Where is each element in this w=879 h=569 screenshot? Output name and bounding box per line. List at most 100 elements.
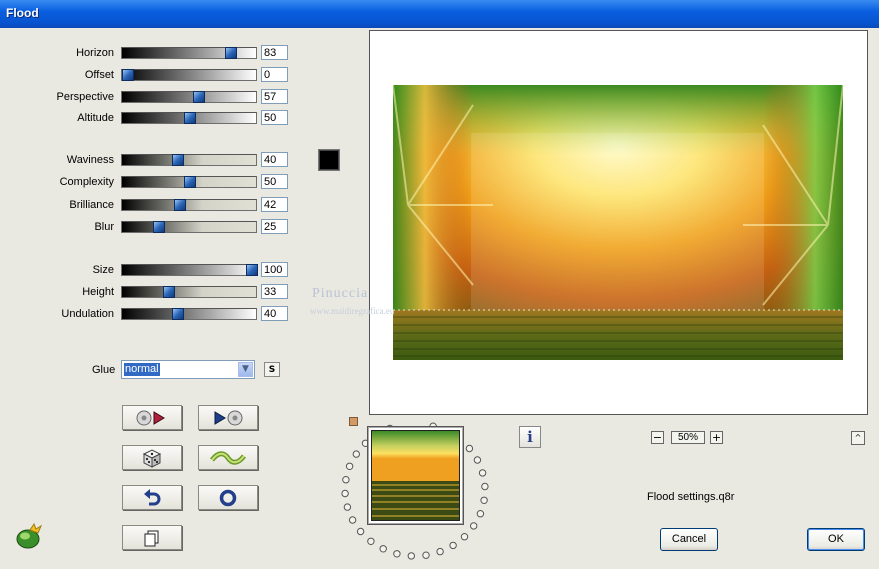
slider-row-perspective: Perspective 57: [0, 89, 300, 107]
glue-select[interactable]: normal ▼: [121, 360, 255, 379]
slider-row-complexity: Complexity 50: [0, 174, 300, 192]
slider-thumb-offset[interactable]: [122, 69, 134, 81]
slider-track-blur[interactable]: [121, 221, 257, 233]
slider-label-undulation: Undulation: [61, 308, 114, 320]
zoom-level: 50%: [671, 431, 705, 444]
slider-label-size: Size: [92, 264, 114, 276]
slider-track-size[interactable]: [121, 264, 258, 276]
navigator-dot: [348, 516, 357, 524]
collapse-up-button[interactable]: ^: [851, 431, 865, 445]
prev-preset-button[interactable]: [122, 405, 182, 430]
slider-label-complexity: Complexity: [59, 176, 114, 188]
navigator-dot: [407, 552, 416, 560]
navigator-dot: [367, 537, 375, 546]
slider-track-brilliance[interactable]: [121, 199, 257, 211]
slider-row-altitude: Altitude 50: [0, 110, 300, 128]
reset-button[interactable]: [198, 485, 258, 510]
slider-track-undulation[interactable]: [121, 308, 257, 320]
arrow-disc-icon: [214, 410, 243, 425]
slider-thumb-size[interactable]: [246, 264, 258, 276]
navigator-dot: [480, 496, 488, 505]
slider-label-waviness: Waviness: [66, 154, 114, 166]
slider-thumb-undulation[interactable]: [171, 308, 184, 320]
navigator-dot: [473, 456, 482, 464]
navigator-dot: [449, 541, 457, 550]
undo-arrow-icon: [144, 488, 161, 505]
slider-row-brilliance: Brilliance 42: [0, 197, 300, 215]
navigator-dot: [343, 503, 352, 511]
slider-track-altitude[interactable]: [121, 112, 257, 124]
navigator-dot: [379, 545, 387, 553]
cancel-button[interactable]: Cancel: [660, 528, 718, 551]
slider-value-blur[interactable]: 25: [261, 219, 288, 234]
slider-thumb-brilliance[interactable]: [174, 199, 187, 211]
watermark-url: www.maidiregrafica.eu: [310, 306, 395, 316]
navigator-dot: [436, 547, 444, 556]
slider-track-perspective[interactable]: [121, 91, 257, 103]
next-preset-button[interactable]: [198, 405, 258, 430]
navigator-dot: [341, 489, 349, 498]
slider-label-perspective: Perspective: [56, 91, 114, 103]
slider-value-brilliance[interactable]: 42: [261, 197, 288, 212]
slider-track-horizon[interactable]: [121, 47, 257, 59]
flood-preview-image: [393, 85, 843, 360]
window-title: Flood: [6, 6, 39, 20]
slider-thumb-blur[interactable]: [153, 221, 165, 233]
slider-track-height[interactable]: [121, 286, 257, 298]
slider-label-altitude: Altitude: [77, 112, 114, 124]
watermark-name: Pinuccia: [312, 286, 369, 301]
slider-track-complexity[interactable]: [121, 176, 257, 188]
navigator-dot: [478, 469, 487, 477]
ok-button[interactable]: OK: [807, 528, 865, 551]
zoom-in-button[interactable]: +: [710, 431, 723, 444]
slider-thumb-height[interactable]: [162, 286, 175, 298]
wave-button[interactable]: [198, 445, 258, 470]
slider-row-blur: Blur 25: [0, 219, 300, 237]
navigator-dot: [342, 476, 350, 484]
navigator-dot: [470, 522, 478, 530]
glue-s-button[interactable]: S: [264, 362, 280, 377]
navigator-dot: [356, 527, 365, 536]
slider-track-waviness[interactable]: [121, 154, 257, 166]
dialog-body: Horizon 83 Offset 0 Perspective 57 Altitude 50 W…: [0, 28, 879, 569]
info-button[interactable]: i: [519, 426, 541, 448]
slider-value-undulation[interactable]: 40: [261, 306, 288, 321]
chevron-down-icon[interactable]: ▼: [238, 362, 253, 377]
slider-thumb-waviness[interactable]: [171, 154, 184, 166]
preview-panel[interactable]: [369, 30, 868, 415]
slider-row-undulation: Undulation 40: [0, 306, 300, 324]
slider-value-altitude[interactable]: 50: [261, 110, 288, 125]
disc-arrow-right-icon: [136, 410, 165, 425]
color-swatch[interactable]: [318, 149, 340, 171]
slider-thumb-altitude[interactable]: [184, 112, 196, 124]
slider-value-height[interactable]: 33: [261, 284, 288, 299]
randomize-button[interactable]: [122, 445, 182, 470]
thumbnail-image: [371, 430, 460, 521]
slider-track-offset[interactable]: [121, 69, 257, 81]
slider-label-blur: Blur: [94, 221, 114, 233]
navigator-dot: [481, 482, 489, 491]
slider-thumb-complexity[interactable]: [184, 176, 196, 188]
slider-label-offset: Offset: [84, 69, 114, 81]
navigator-thumbnail[interactable]: [367, 426, 464, 525]
settings-filename: Flood settings.q8r: [647, 491, 735, 503]
copy-button[interactable]: [122, 525, 182, 550]
slider-value-size[interactable]: 100: [261, 262, 288, 277]
navigator-dot: [460, 533, 469, 541]
slider-value-waviness[interactable]: 40: [261, 152, 288, 167]
zoom-out-button[interactable]: −: [651, 431, 664, 444]
slider-row-size: Size 100: [0, 262, 300, 280]
slider-label-horizon: Horizon: [76, 47, 114, 59]
slider-row-horizon: Horizon 83: [0, 45, 300, 63]
slider-value-offset[interactable]: 0: [261, 67, 288, 82]
navigator-dot: [345, 462, 354, 470]
glue-label: Glue: [92, 364, 116, 376]
slider-value-horizon[interactable]: 83: [261, 45, 288, 60]
slider-value-perspective[interactable]: 57: [261, 89, 288, 104]
slider-value-complexity[interactable]: 50: [261, 174, 288, 189]
undo-button[interactable]: [122, 485, 182, 510]
wave-icon: [210, 450, 246, 465]
slider-thumb-horizon[interactable]: [224, 47, 237, 59]
flood-dialog: Flood Horizon 83 Offset 0 Perspective 57 Altit…: [0, 0, 879, 569]
slider-thumb-perspective[interactable]: [192, 91, 205, 103]
